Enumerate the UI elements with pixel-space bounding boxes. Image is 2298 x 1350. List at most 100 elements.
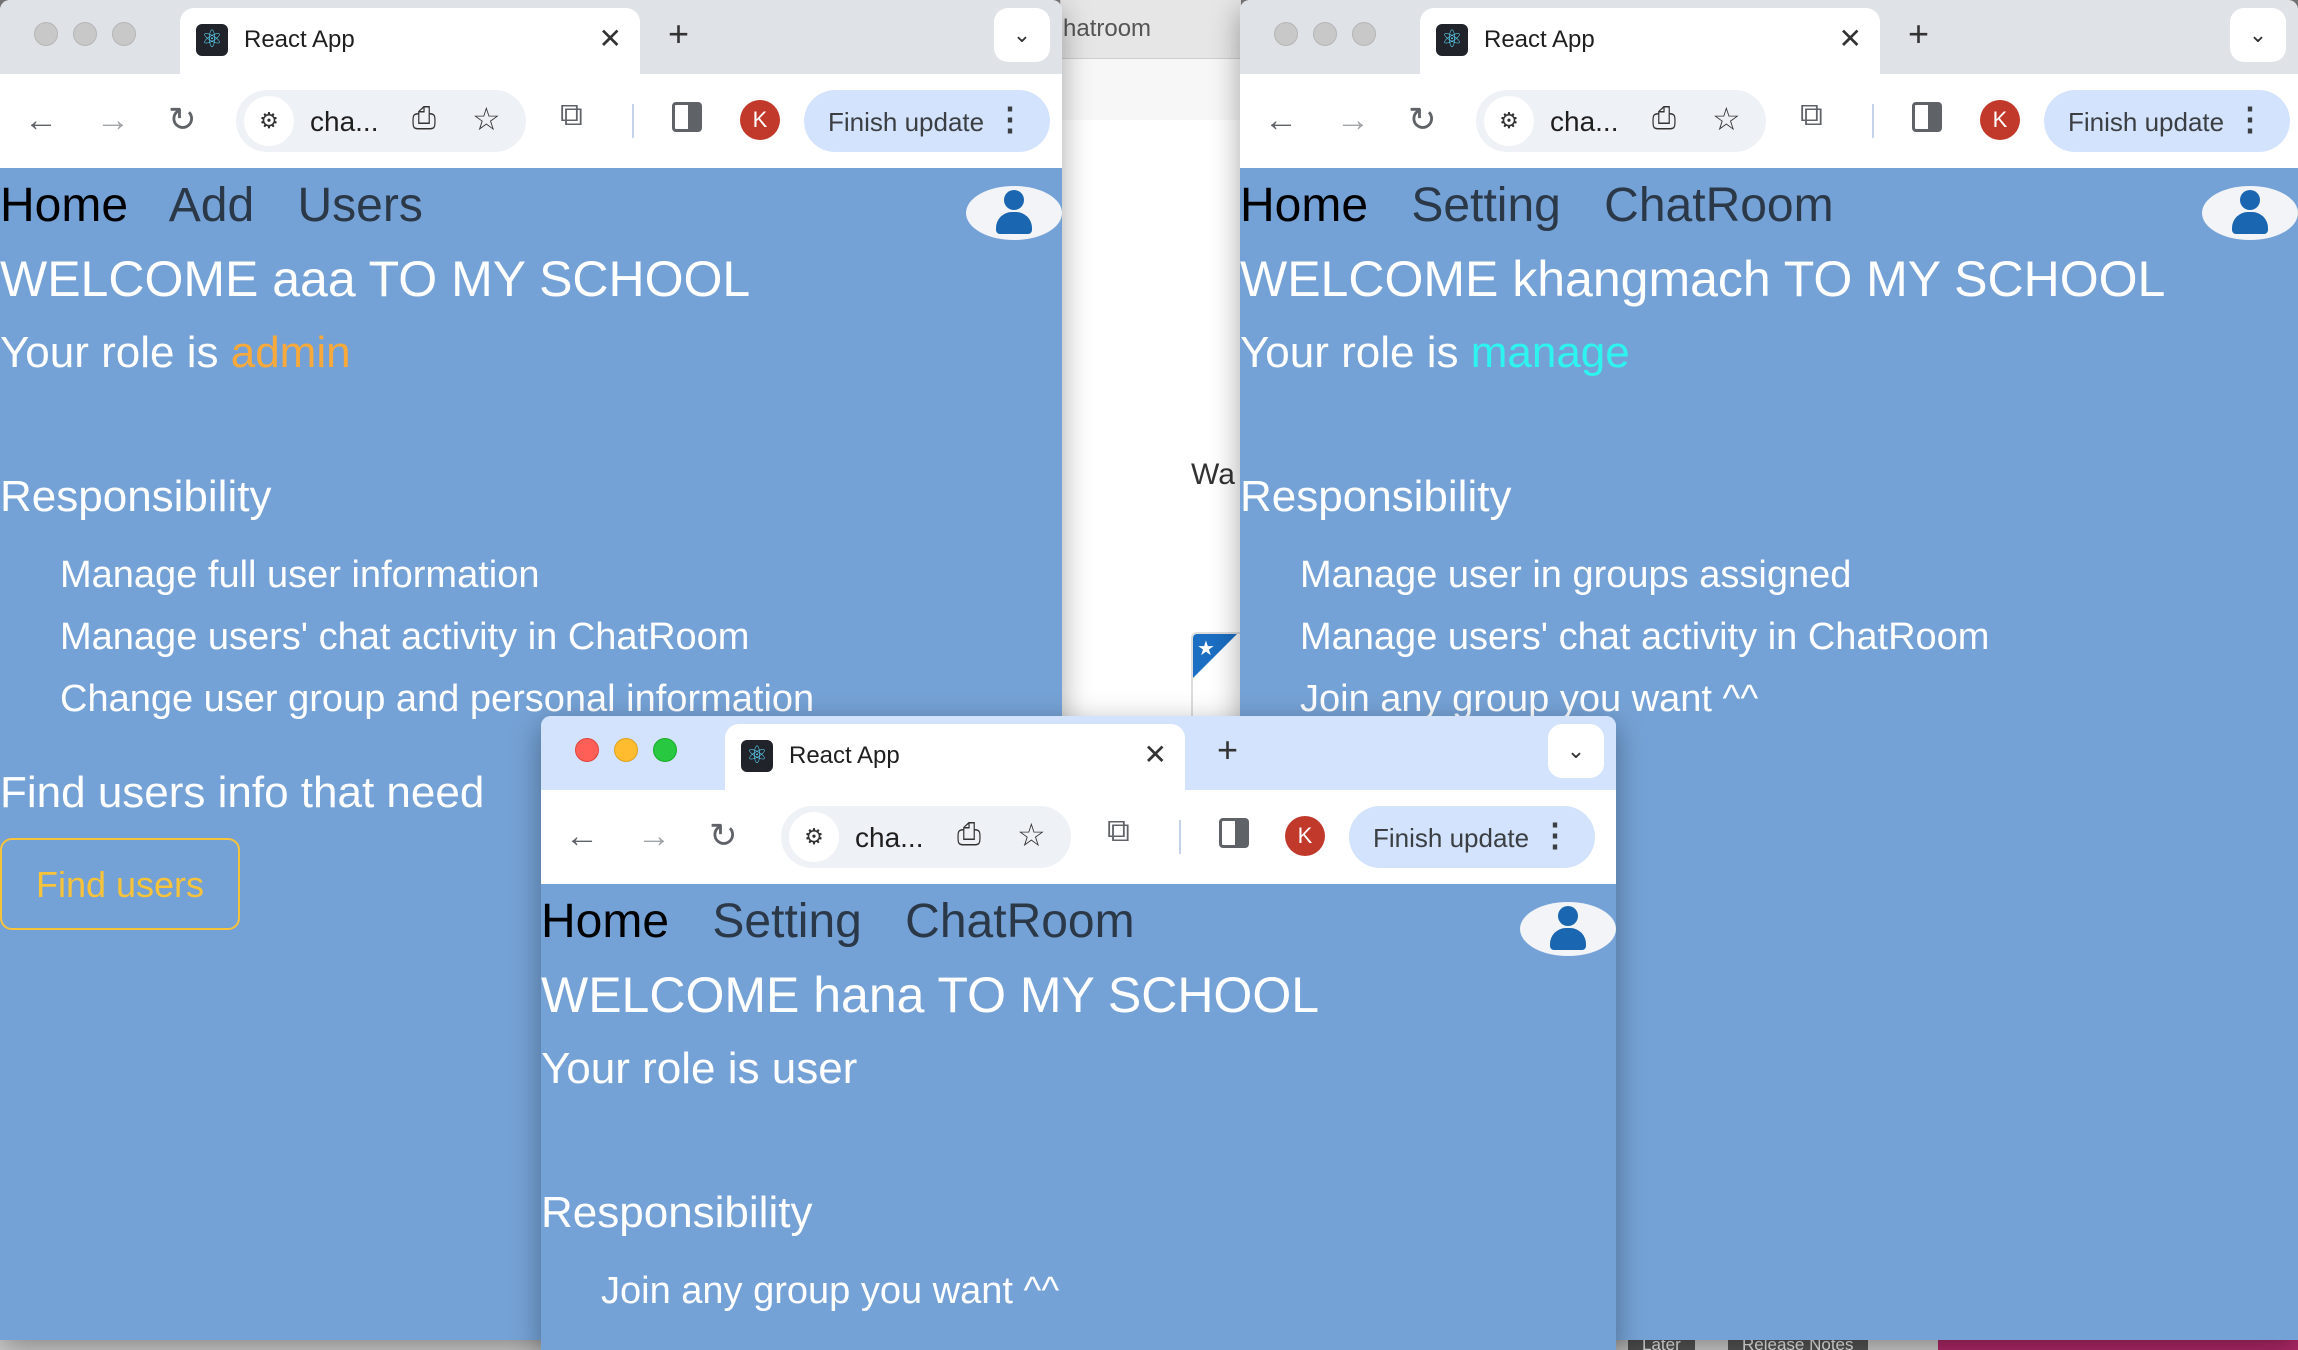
finish-update-label: Finish update <box>1373 823 1530 853</box>
minimize-window-button[interactable] <box>1313 22 1337 46</box>
reload-icon[interactable]: ↻ <box>168 98 197 142</box>
extensions-icon[interactable]: ⧉ <box>560 96 583 134</box>
nav-add[interactable]: Add <box>169 179 254 232</box>
responsibility-heading: Responsibility <box>1240 472 1512 521</box>
role-value: manage <box>1470 328 1630 377</box>
welcome-heading: WELCOME hana TO MY SCHOOL <box>541 967 1320 1023</box>
reload-icon[interactable]: ↻ <box>1408 98 1437 142</box>
close-icon[interactable]: ✕ <box>1839 22 1862 55</box>
nav-setting[interactable]: Setting <box>712 895 861 948</box>
background-page: Wa ★ <box>1061 120 1255 832</box>
top-nav: Home Add Users <box>0 178 453 233</box>
forward-arrow-icon[interactable]: → <box>96 98 130 142</box>
plus-icon[interactable]: + <box>1217 730 1238 770</box>
nav-home[interactable]: Home <box>0 179 128 232</box>
profile-avatar[interactable]: K <box>1980 100 2020 140</box>
welcome-heading: WELCOME khangmach TO MY SCHOOL <box>1240 251 2166 307</box>
browser-window-user: ⚛ React App ✕ + ⌄ ← → ↻ ⚙ cha... ⎙ ☆ ⧉ K… <box>541 716 1616 1350</box>
welcome-heading: WELCOME aaa TO MY SCHOOL <box>0 251 751 307</box>
zoom-window-button[interactable] <box>653 738 677 762</box>
close-icon[interactable]: ✕ <box>599 22 622 55</box>
site-settings-icon[interactable]: ⚙ <box>789 812 839 862</box>
tab-title: React App <box>244 26 355 53</box>
close-window-button[interactable] <box>1274 22 1298 46</box>
background-tab[interactable]: hatroom <box>1061 0 1241 59</box>
extensions-icon[interactable]: ⧉ <box>1107 812 1130 850</box>
side-panel-icon[interactable] <box>1912 102 1942 132</box>
nav-users[interactable]: Users <box>297 179 422 232</box>
forward-arrow-icon[interactable]: → <box>637 814 671 858</box>
role-line: Your role is manage <box>1240 328 1630 378</box>
tab-strip: ⚛ React App ✕ + ⌄ <box>541 716 1616 790</box>
top-nav: Home Setting ChatRoom <box>1240 178 1864 233</box>
side-panel-icon[interactable] <box>672 102 702 132</box>
install-icon[interactable]: ⎙ <box>412 102 436 136</box>
nav-setting[interactable]: Setting <box>1411 179 1560 232</box>
reload-icon[interactable]: ↻ <box>709 814 738 858</box>
nav-chatroom[interactable]: ChatRoom <box>905 895 1134 948</box>
find-heading: Find users info that need <box>0 768 485 817</box>
tab-react-app[interactable]: ⚛ React App ✕ <box>1420 8 1880 74</box>
zoom-window-button[interactable] <box>112 22 136 46</box>
user-avatar-icon[interactable] <box>1520 902 1616 956</box>
list-item: Manage users' chat activity in ChatRoom <box>60 616 750 658</box>
more-vert-icon[interactable]: ⋮ <box>1539 816 1571 854</box>
back-arrow-icon[interactable]: ← <box>24 98 58 142</box>
site-settings-icon[interactable]: ⚙ <box>1484 96 1534 146</box>
tab-react-app[interactable]: ⚛ React App ✕ <box>180 8 640 74</box>
role-line: Your role is admin <box>0 328 351 378</box>
finish-update-button[interactable]: Finish update ⋮ <box>2044 90 2290 152</box>
plus-icon[interactable]: + <box>668 14 689 54</box>
side-panel-icon[interactable] <box>1219 818 1249 848</box>
chevron-down-icon[interactable]: ⌄ <box>2230 8 2286 62</box>
finish-update-label: Finish update <box>2068 107 2225 137</box>
address-bar[interactable]: ⚙ cha... ⎙ ☆ <box>1476 90 1766 152</box>
zoom-window-button[interactable] <box>1352 22 1376 46</box>
chevron-down-icon[interactable]: ⌄ <box>994 8 1050 62</box>
tab-strip: ⚛ React App ✕ + ⌄ <box>0 0 1062 74</box>
browser-toolbar: ← → ↻ ⚙ cha... ⎙ ☆ ⧉ K Finish update ⋮ <box>541 790 1616 885</box>
minimize-window-button[interactable] <box>73 22 97 46</box>
toolbar-separator <box>1179 820 1181 854</box>
chevron-down-icon[interactable]: ⌄ <box>1548 724 1604 778</box>
browser-toolbar: ← → ↻ ⚙ cha... ⎙ ☆ ⧉ K Finish update ⋮ <box>1240 74 2298 169</box>
star-icon[interactable]: ☆ <box>1017 816 1046 854</box>
nav-home[interactable]: Home <box>1240 179 1368 232</box>
close-icon[interactable]: ✕ <box>1144 738 1167 771</box>
site-settings-icon[interactable]: ⚙ <box>244 96 294 146</box>
finish-update-button[interactable]: Finish update ⋮ <box>804 90 1050 152</box>
extensions-icon[interactable]: ⧉ <box>1800 96 1823 134</box>
forward-arrow-icon[interactable]: → <box>1336 98 1370 142</box>
nav-home[interactable]: Home <box>541 895 669 948</box>
back-arrow-icon[interactable]: ← <box>1264 98 1298 142</box>
install-icon[interactable]: ⎙ <box>957 818 981 852</box>
profile-avatar[interactable]: K <box>1285 816 1325 856</box>
back-arrow-icon[interactable]: ← <box>565 814 599 858</box>
tab-react-app[interactable]: ⚛ React App ✕ <box>725 724 1185 790</box>
toolbar-separator <box>632 104 634 138</box>
address-bar[interactable]: ⚙ cha... ⎙ ☆ <box>781 806 1071 868</box>
responsibility-list: Manage full user information Manage user… <box>60 544 814 730</box>
profile-avatar[interactable]: K <box>740 100 780 140</box>
find-users-button[interactable]: Find users <box>0 838 240 930</box>
responsibility-heading: Responsibility <box>541 1188 813 1237</box>
more-vert-icon[interactable]: ⋮ <box>994 100 1026 138</box>
install-icon[interactable]: ⎙ <box>1652 102 1676 136</box>
plus-icon[interactable]: + <box>1908 14 1929 54</box>
finish-update-button[interactable]: Finish update ⋮ <box>1349 806 1595 868</box>
close-window-button[interactable] <box>575 738 599 762</box>
react-favicon-icon: ⚛ <box>741 740 773 772</box>
star-icon[interactable]: ☆ <box>472 100 501 138</box>
user-avatar-icon[interactable] <box>966 186 1062 240</box>
close-window-button[interactable] <box>34 22 58 46</box>
more-vert-icon[interactable]: ⋮ <box>2234 100 2266 138</box>
responsibility-list: Manage user in groups assigned Manage us… <box>1300 544 1989 730</box>
tab-title: React App <box>1484 26 1595 53</box>
address-bar[interactable]: ⚙ cha... ⎙ ☆ <box>236 90 526 152</box>
url-text: cha... <box>855 822 924 853</box>
minimize-window-button[interactable] <box>614 738 638 762</box>
nav-chatroom[interactable]: ChatRoom <box>1604 179 1833 232</box>
user-avatar-icon[interactable] <box>2202 186 2298 240</box>
star-icon[interactable]: ☆ <box>1712 100 1741 138</box>
react-favicon-icon: ⚛ <box>196 24 228 56</box>
